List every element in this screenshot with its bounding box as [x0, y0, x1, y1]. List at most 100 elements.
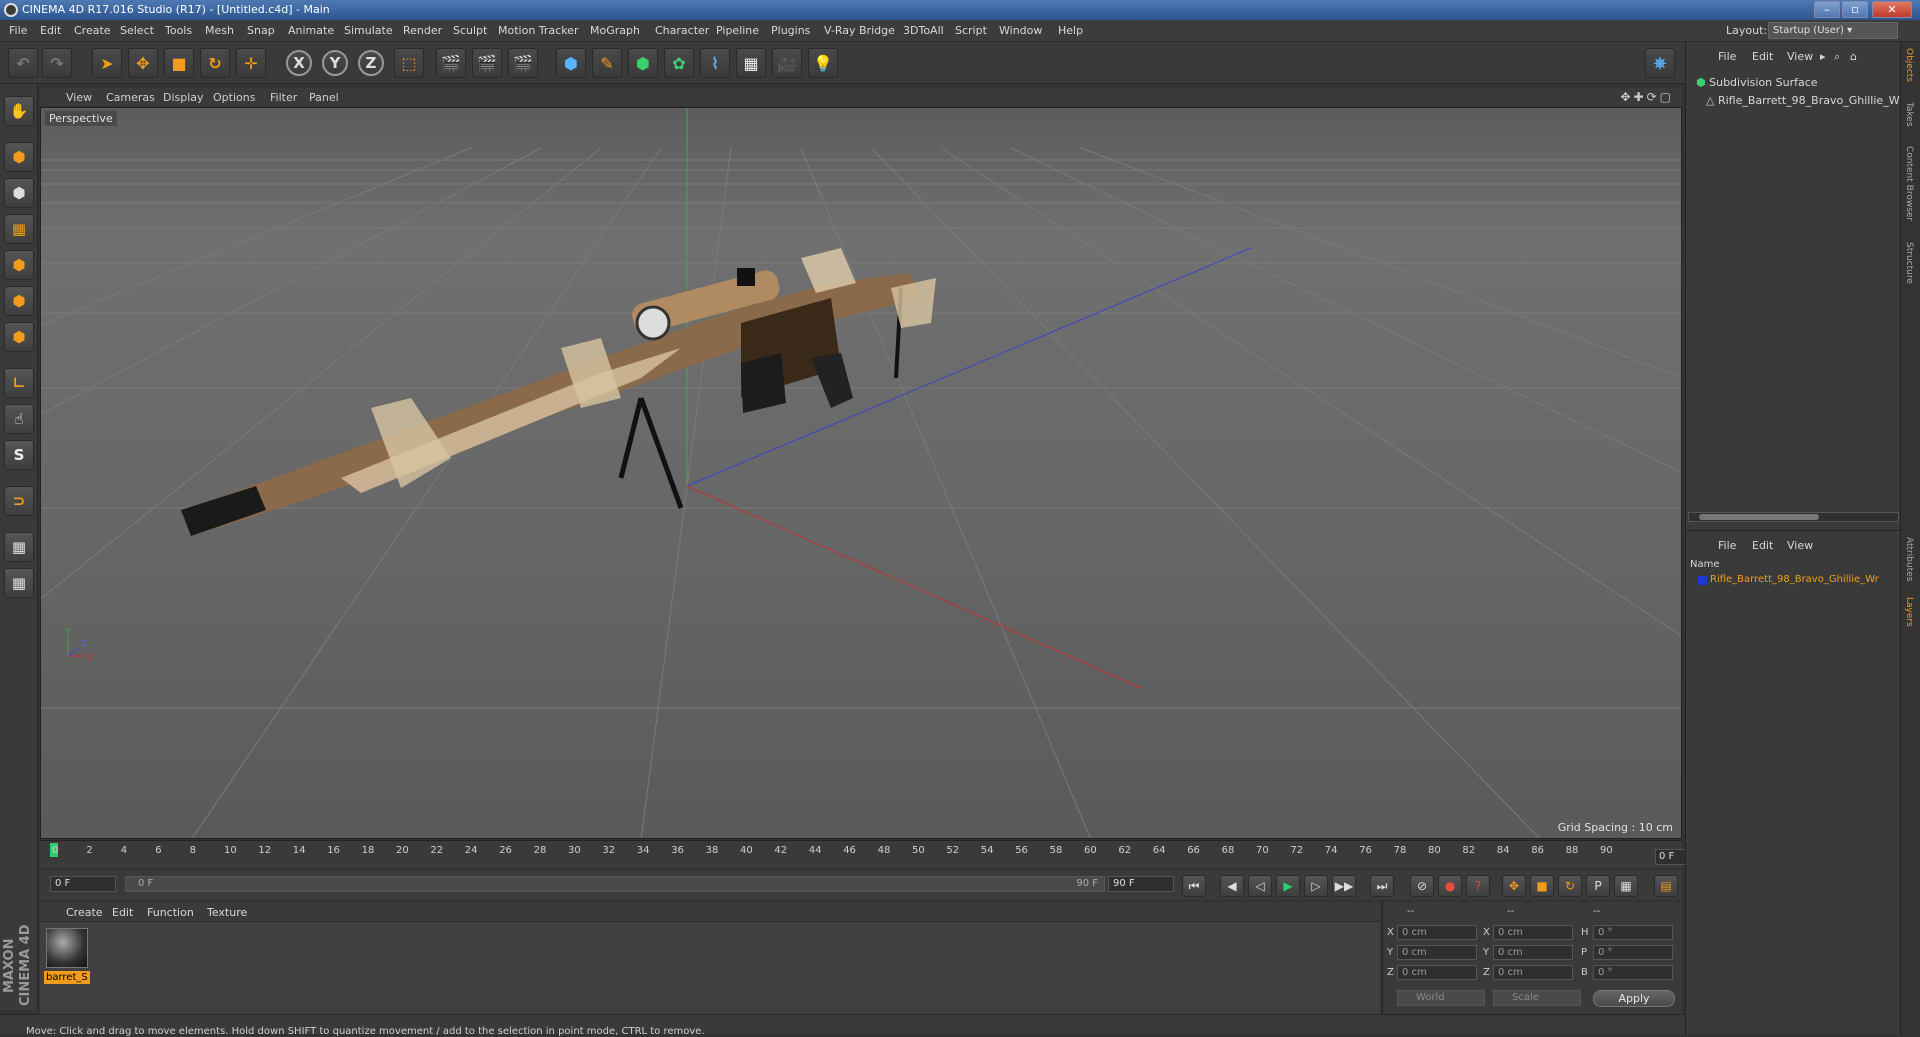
undo-icon[interactable]: ↶	[8, 48, 38, 78]
menu-animate[interactable]: Animate	[288, 24, 334, 37]
menu-mesh[interactable]: Mesh	[205, 24, 234, 37]
redo-icon[interactable]: ↷	[42, 48, 72, 78]
viewport-menu-filter[interactable]: Filter	[270, 91, 297, 104]
menu-mograph[interactable]: MoGraph	[590, 24, 640, 37]
material-menu-create[interactable]: Create	[66, 906, 103, 919]
size-x-field[interactable]: 0 cm	[1493, 925, 1573, 940]
cube-icon[interactable]: ⬢	[556, 48, 586, 78]
points-mode-icon[interactable]: ⬢	[4, 250, 34, 280]
rotation-p-field[interactable]: 0 °	[1593, 945, 1673, 960]
size-y-field[interactable]: 0 cm	[1493, 945, 1573, 960]
menu-pipeline[interactable]: Pipeline	[716, 24, 759, 37]
3d-viewport[interactable]: Y X Z Perspective Grid Spacing : 10 cm	[40, 107, 1682, 839]
move-icon[interactable]: ✥	[128, 48, 158, 78]
position-y-field[interactable]: 0 cm	[1397, 945, 1477, 960]
minimize-button[interactable]: –	[1814, 1, 1840, 18]
object-subdivision-surface[interactable]: ⬢ Subdivision Surface	[1696, 76, 1818, 89]
next-frame-button[interactable]: ▷	[1304, 875, 1328, 897]
pen-icon[interactable]: ✎	[592, 48, 622, 78]
material-menu-function[interactable]: Function	[147, 906, 194, 919]
play-button[interactable]: ▶	[1276, 875, 1300, 897]
edit-render-settings-icon[interactable]: 🎬	[508, 48, 538, 78]
layout-dropdown[interactable]: Startup (User) ▾	[1768, 22, 1898, 39]
axis-mode-icon[interactable]: ∟	[4, 368, 34, 398]
camera-icon[interactable]: 🎥	[772, 48, 802, 78]
layer-row[interactable]: Rifle_Barrett_98_Bravo_Ghillie_Wr	[1690, 574, 1897, 588]
menu-vray-bridge[interactable]: V-Ray Bridge	[824, 24, 895, 37]
make-editable-icon[interactable]: ✋	[4, 96, 34, 126]
menu-help[interactable]: Help	[1058, 24, 1083, 37]
x-axis-icon[interactable]: X	[286, 50, 312, 76]
apply-button[interactable]: Apply	[1593, 990, 1675, 1007]
position-z-field[interactable]: 0 cm	[1397, 965, 1477, 980]
texture-mode-icon[interactable]: ⬢	[4, 178, 34, 208]
search-icon[interactable]: ⌕	[1834, 50, 1840, 64]
tab-structure[interactable]: Structure	[1904, 242, 1914, 284]
key-parameter-icon[interactable]: P	[1586, 875, 1610, 897]
quantize-icon[interactable]: ▦	[4, 568, 34, 598]
menu-create[interactable]: Create	[74, 24, 111, 37]
viewport-menu-options[interactable]: Options	[213, 91, 255, 104]
keyframe-selection-icon[interactable]: ?	[1466, 875, 1490, 897]
rotation-b-field[interactable]: 0 °	[1593, 965, 1673, 980]
layers-menu-view[interactable]: View	[1787, 539, 1813, 552]
menu-edit[interactable]: Edit	[40, 24, 61, 37]
menu-select[interactable]: Select	[120, 24, 154, 37]
array-icon[interactable]: ✿	[664, 48, 694, 78]
rotate-icon[interactable]: ↻	[200, 48, 230, 78]
timeline-window-icon[interactable]: ▤	[1654, 875, 1678, 897]
objects-menu-more-arrow[interactable]: ▸	[1820, 50, 1826, 63]
maximize-button[interactable]: ▫	[1842, 1, 1868, 18]
timeline-ruler[interactable]: 0 2 4 6 8 10 12 14 16 18 20 22 24 26 28 30 32 34 36 38 40 42 4…	[40, 840, 1719, 868]
end-frame-field[interactable]: 90 F	[1108, 876, 1174, 892]
snap-icon[interactable]: S	[4, 440, 34, 470]
object-rifle[interactable]: △ Rifle_Barrett_98_Bravo_Ghillie_W	[1706, 94, 1900, 107]
viewport-menu-cameras[interactable]: Cameras	[106, 91, 155, 104]
y-axis-icon[interactable]: Y	[322, 50, 348, 76]
viewport-menu-display[interactable]: Display	[163, 91, 204, 104]
render-picture-viewer-icon[interactable]: 🎬	[472, 48, 502, 78]
menu-file[interactable]: File	[9, 24, 27, 37]
menu-3dtoall[interactable]: 3DToAll	[903, 24, 944, 37]
menu-plugins[interactable]: Plugins	[771, 24, 810, 37]
magnet-icon[interactable]: ⊃	[4, 486, 34, 516]
menu-window[interactable]: Window	[999, 24, 1042, 37]
menu-sculpt[interactable]: Sculpt	[453, 24, 487, 37]
home-icon[interactable]: ⌂	[1850, 50, 1857, 63]
z-axis-icon[interactable]: Z	[358, 50, 384, 76]
select-pointer-icon[interactable]: ➤	[92, 48, 122, 78]
material-menu-texture[interactable]: Texture	[207, 906, 247, 919]
key-rotation-icon[interactable]: ↻	[1558, 875, 1582, 897]
viewport-navigation-icons[interactable]: ✥✚⟳▢	[1620, 90, 1674, 104]
key-position-icon[interactable]: ✥	[1502, 875, 1526, 897]
layers-menu-edit[interactable]: Edit	[1752, 539, 1773, 552]
go-to-end-button[interactable]: ⏭	[1370, 875, 1394, 897]
menu-tools[interactable]: Tools	[165, 24, 192, 37]
tab-takes[interactable]: Takes	[1904, 102, 1914, 127]
workplane-icon[interactable]: ▦	[4, 214, 34, 244]
key-scale-icon[interactable]: ■	[1530, 875, 1554, 897]
next-key-button[interactable]: ▶▶	[1332, 875, 1356, 897]
objects-menu-view[interactable]: View	[1787, 50, 1813, 63]
python-icon[interactable]: ⎈	[1645, 48, 1675, 78]
material-menu-edit[interactable]: Edit	[112, 906, 133, 919]
object-manager-scrollbar[interactable]	[1688, 512, 1899, 522]
tab-objects[interactable]: Objects	[1904, 48, 1914, 82]
material-preview[interactable]	[46, 928, 88, 968]
position-x-field[interactable]: 0 cm	[1397, 925, 1477, 940]
deformer-icon[interactable]: ⌇	[700, 48, 730, 78]
previous-key-button[interactable]: ◀	[1220, 875, 1244, 897]
viewport-menu-view[interactable]: View	[66, 91, 92, 104]
previous-frame-button[interactable]: ◁	[1248, 875, 1272, 897]
go-to-start-button[interactable]: ⏮	[1182, 875, 1206, 897]
layers-menu-file[interactable]: File	[1718, 539, 1736, 552]
scrollbar-thumb[interactable]	[1699, 514, 1819, 520]
frame-range-slider[interactable]: 0 F 90 F	[125, 876, 1105, 892]
record-icon[interactable]: ●	[1438, 875, 1462, 897]
live-select-icon[interactable]: ✛	[236, 48, 266, 78]
menu-motion-tracker[interactable]: Motion Tracker	[498, 24, 578, 37]
size-mode-dropdown[interactable]: Scale	[1493, 990, 1581, 1006]
autokey-icon[interactable]: ⊘	[1410, 875, 1434, 897]
floor-icon[interactable]: ▦	[736, 48, 766, 78]
rifle-model[interactable]	[181, 248, 936, 536]
